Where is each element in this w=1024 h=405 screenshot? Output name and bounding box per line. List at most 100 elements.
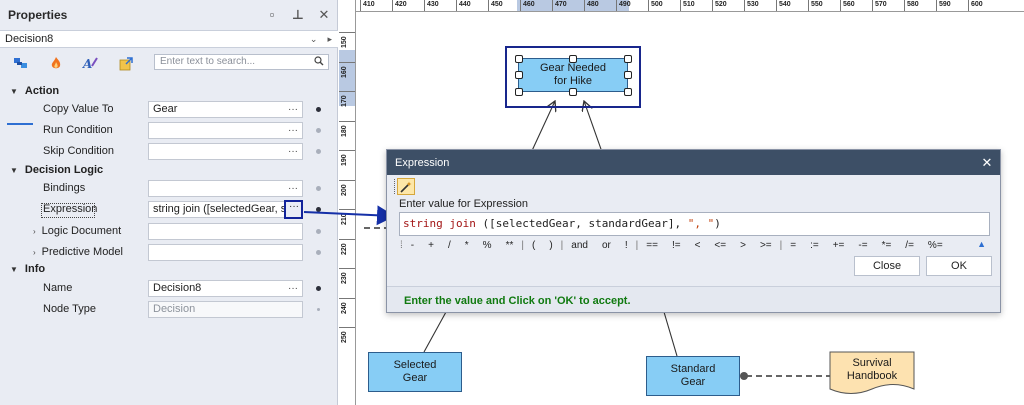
resize-handle[interactable] [624,71,632,79]
operator-button[interactable]: ) [542,239,559,251]
dialog-title-bar[interactable]: Expression ✕ [387,150,1000,175]
expand-arrow-icon[interactable]: › [33,227,36,236]
object-selector[interactable]: Decision8 ⌄ ▸ [0,30,338,48]
expand-arrow-icon[interactable]: › [33,248,36,257]
ellipsis-button[interactable]: ··· [288,281,298,296]
operator-button[interactable]: ! [618,239,635,251]
operator-button[interactable]: + [421,239,441,251]
search-icon[interactable] [314,56,324,71]
operator-button[interactable]: % [476,239,499,251]
operator-button[interactable]: - [404,239,421,251]
dropdown-arrow-icon[interactable]: ⌄ [310,34,318,45]
prop-label: Copy Value To [43,103,114,115]
resize-handle[interactable] [569,88,577,96]
node-standard-gear[interactable]: Standard Gear [646,356,740,396]
resize-handle[interactable] [515,71,523,79]
value-indicator-icon [317,308,320,311]
prop-value-field[interactable]: ··· [148,143,303,160]
search-input[interactable]: Enter text to search... [154,54,329,70]
properties-icon[interactable] [10,54,30,72]
float-window-icon[interactable]: ▫ [259,7,285,23]
prop-value-field[interactable]: Gear ··· [148,101,303,118]
operator-button[interactable]: >= [753,239,779,251]
ruler-tick [339,150,355,151]
close-icon[interactable]: ✕ [311,7,337,23]
focus-outline [41,203,95,218]
operator-button[interactable]: -= [851,239,874,251]
resize-handle[interactable] [624,88,632,96]
ruler-tick-label: 180 [341,124,348,137]
ruler-tick-label: 520 [712,0,727,11]
dialog-toolbar [391,178,997,196]
ruler-tick-label: 230 [341,272,348,284]
operator-button[interactable]: := [803,239,826,251]
resize-handle[interactable] [624,55,632,63]
prop-value-field[interactable]: ··· [148,180,303,197]
styles-icon[interactable]: A [80,54,100,72]
ellipsis-button[interactable]: ··· [288,123,298,138]
resize-handle[interactable] [515,55,523,63]
operator-button[interactable]: += [826,239,852,251]
expression-builder-icon[interactable] [397,178,415,195]
prop-value-field[interactable]: string join ([selectedGear, sta [148,201,303,218]
operator-button[interactable]: <= [707,239,733,251]
category-decision-logic[interactable]: ▼ Decision Logic [10,160,103,180]
operator-button[interactable]: /= [898,239,921,251]
pin-icon[interactable]: ⊥ [285,7,311,23]
ruler-tick-label: 530 [744,0,759,11]
expression-input[interactable]: string join ([selectedGear, standardGear… [399,212,990,236]
category-action[interactable]: ▼ Action [10,81,59,101]
ellipsis-button[interactable]: ··· [288,144,298,159]
events-icon[interactable] [46,54,66,72]
operator-button[interactable]: ( [525,239,542,251]
ruler-tick [339,179,355,181]
collapse-arrow-icon[interactable]: ▼ [10,87,18,96]
ellipsis-button[interactable]: ··· [288,181,298,196]
operator-button[interactable]: = [783,239,803,251]
resize-handle[interactable] [569,55,577,63]
ruler-tick-label: 600 [968,0,983,11]
operator-button[interactable]: == [639,239,665,251]
node-label: Survival Handbook [846,357,898,382]
node-selected-gear[interactable]: Selected Gear [368,352,462,392]
node-survival-handbook[interactable]: Survival Handbook [830,357,914,383]
close-button[interactable]: Close [854,256,920,276]
prop-value-field[interactable]: ··· [148,122,303,139]
ruler-tick [339,61,355,63]
ruler-tick-label: 250 [341,331,348,343]
operator-bar: ⁞ - + / *% ** |() | and or! | == != < <= > >= | =:= += -= *= /… [399,239,990,251]
node-label: Gear Needed for Hike [539,62,607,87]
ruler-tick-label: 570 [872,0,887,11]
operator-button[interactable]: %= [921,239,950,251]
collapse-arrow-icon[interactable]: ▼ [10,166,18,175]
resize-handle[interactable] [515,88,523,96]
operator-button[interactable]: or [595,239,618,251]
operator-button[interactable]: *= [875,239,899,251]
operator-button[interactable]: * [458,239,476,251]
chevron-right-icon[interactable]: ▸ [327,34,332,45]
prop-value-field[interactable] [148,223,303,240]
operator-button[interactable]: != [665,239,688,251]
operator-button[interactable]: > [733,239,753,251]
ruler-tick-label: 480 [584,0,599,11]
prop-label-text: Predictive Model [41,246,123,258]
node-gear-needed-for-hike[interactable]: Gear Needed for Hike [518,58,628,92]
operator-button[interactable]: / [441,239,458,251]
prop-value-field[interactable] [148,244,303,261]
object-name: Decision8 [5,33,54,45]
close-icon[interactable]: ✕ [974,155,1000,171]
operator-button[interactable]: < [688,239,708,251]
ruler-tick-label: 580 [904,0,919,11]
expression-ellipsis-button[interactable]: ··· [284,200,303,219]
panel-title-bar: Properties ▫ ⊥ ✕ [0,0,337,30]
validation-icon[interactable] [116,54,136,72]
ok-button[interactable]: OK [926,256,992,276]
collapse-up-icon[interactable]: ▲ [977,239,990,249]
operator-button[interactable]: ** [499,239,521,251]
ellipsis-button[interactable]: ··· [288,102,298,117]
expression-prompt: Enter value for Expression [399,198,529,210]
prop-value-field[interactable]: Decision8 ··· [148,280,303,297]
prop-row-copy-value-to: Copy Value To Gear ··· [0,99,338,120]
operator-button[interactable]: and [564,239,595,251]
collapse-arrow-icon[interactable]: ▼ [10,265,18,274]
